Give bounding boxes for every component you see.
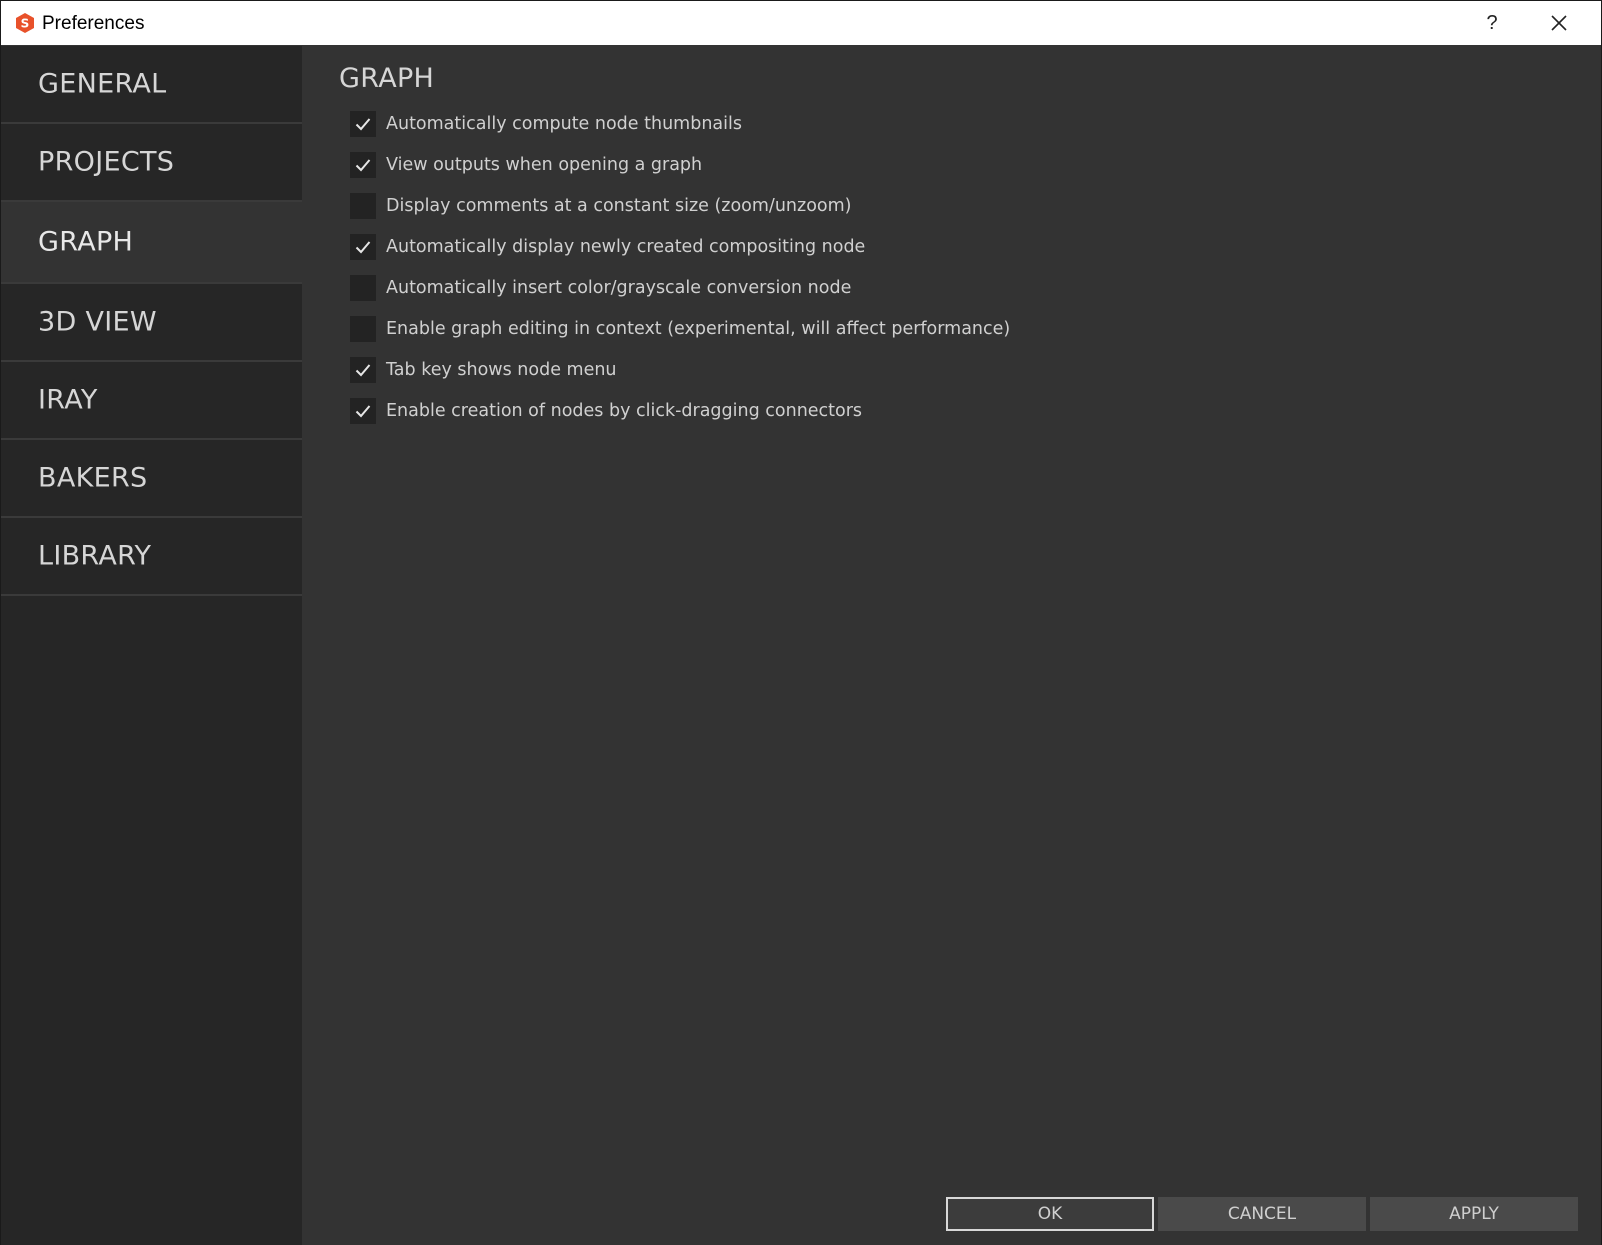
sidebar-item-projects[interactable]: PROJECTS <box>1 124 302 202</box>
sidebar-item-general[interactable]: GENERAL <box>1 46 302 124</box>
sidebar-item-label: PROJECTS <box>38 146 175 178</box>
option-label: View outputs when opening a graph <box>386 155 703 175</box>
title-bar: S Preferences ? <box>1 1 1601 45</box>
checkbox[interactable] <box>350 316 376 342</box>
option-label: Automatically display newly created comp… <box>386 237 866 257</box>
option-click-drag-connectors[interactable]: Enable creation of nodes by click-draggi… <box>350 396 862 426</box>
sidebar: GENERAL PROJECTS GRAPH 3D VIEW IRAY BAKE… <box>1 46 302 1245</box>
option-label: Enable graph editing in context (experim… <box>386 319 1011 339</box>
sidebar-item-label: IRAY <box>38 384 98 416</box>
option-view-outputs[interactable]: View outputs when opening a graph <box>350 150 702 180</box>
option-label: Automatically compute node thumbnails <box>386 114 742 134</box>
option-insert-conversion-node[interactable]: Automatically insert color/grayscale con… <box>350 273 851 303</box>
checkbox[interactable] <box>350 234 376 260</box>
cancel-button[interactable]: CANCEL <box>1158 1197 1366 1231</box>
sidebar-item-bakers[interactable]: BAKERS <box>1 440 302 518</box>
checkbox[interactable] <box>350 398 376 424</box>
sidebar-item-label: 3D VIEW <box>38 306 157 338</box>
ok-button[interactable]: OK <box>946 1197 1154 1231</box>
option-label: Automatically insert color/grayscale con… <box>386 278 852 298</box>
sidebar-item-label: BAKERS <box>38 462 148 494</box>
option-label: Display comments at a constant size (zoo… <box>386 196 852 216</box>
window-title: Preferences <box>42 13 145 34</box>
apply-button[interactable]: APPLY <box>1370 1197 1578 1231</box>
checkbox[interactable] <box>350 193 376 219</box>
checkmark-icon <box>355 118 371 131</box>
checkmark-icon <box>355 241 371 254</box>
option-graph-editing-in-context[interactable]: Enable graph editing in context (experim… <box>350 314 1010 344</box>
svg-text:S: S <box>21 17 30 31</box>
app-logo-icon: S <box>14 12 36 34</box>
help-button[interactable]: ? <box>1477 7 1507 39</box>
settings-panel: GRAPH Automatically compute node thumbna… <box>302 46 1601 1245</box>
option-label: Tab key shows node menu <box>386 360 617 380</box>
close-icon <box>1551 15 1567 31</box>
option-display-compositing-node[interactable]: Automatically display newly created comp… <box>350 232 865 262</box>
checkbox[interactable] <box>350 152 376 178</box>
checkmark-icon <box>355 159 371 172</box>
checkmark-icon <box>355 405 371 418</box>
checkbox[interactable] <box>350 111 376 137</box>
sidebar-item-iray[interactable]: IRAY <box>1 362 302 440</box>
sidebar-item-label: GRAPH <box>38 226 134 258</box>
option-constant-size-comments[interactable]: Display comments at a constant size (zoo… <box>350 191 852 221</box>
sidebar-item-graph[interactable]: GRAPH <box>1 202 302 284</box>
preferences-window: S Preferences ? GENERAL PROJECTS GRAPH 3… <box>0 0 1602 1245</box>
sidebar-item-library[interactable]: LIBRARY <box>1 518 302 596</box>
sidebar-item-label: GENERAL <box>38 68 167 100</box>
checkbox[interactable] <box>350 275 376 301</box>
close-button[interactable] <box>1545 9 1573 37</box>
checkmark-icon <box>355 364 371 377</box>
option-auto-compute-thumbnails[interactable]: Automatically compute node thumbnails <box>350 109 742 139</box>
option-label: Enable creation of nodes by click-draggi… <box>386 401 863 421</box>
sidebar-item-3d-view[interactable]: 3D VIEW <box>1 284 302 362</box>
sidebar-item-label: LIBRARY <box>38 540 152 572</box>
option-tab-key-node-menu[interactable]: Tab key shows node menu <box>350 355 617 385</box>
page-title: GRAPH <box>339 63 435 94</box>
checkbox[interactable] <box>350 357 376 383</box>
